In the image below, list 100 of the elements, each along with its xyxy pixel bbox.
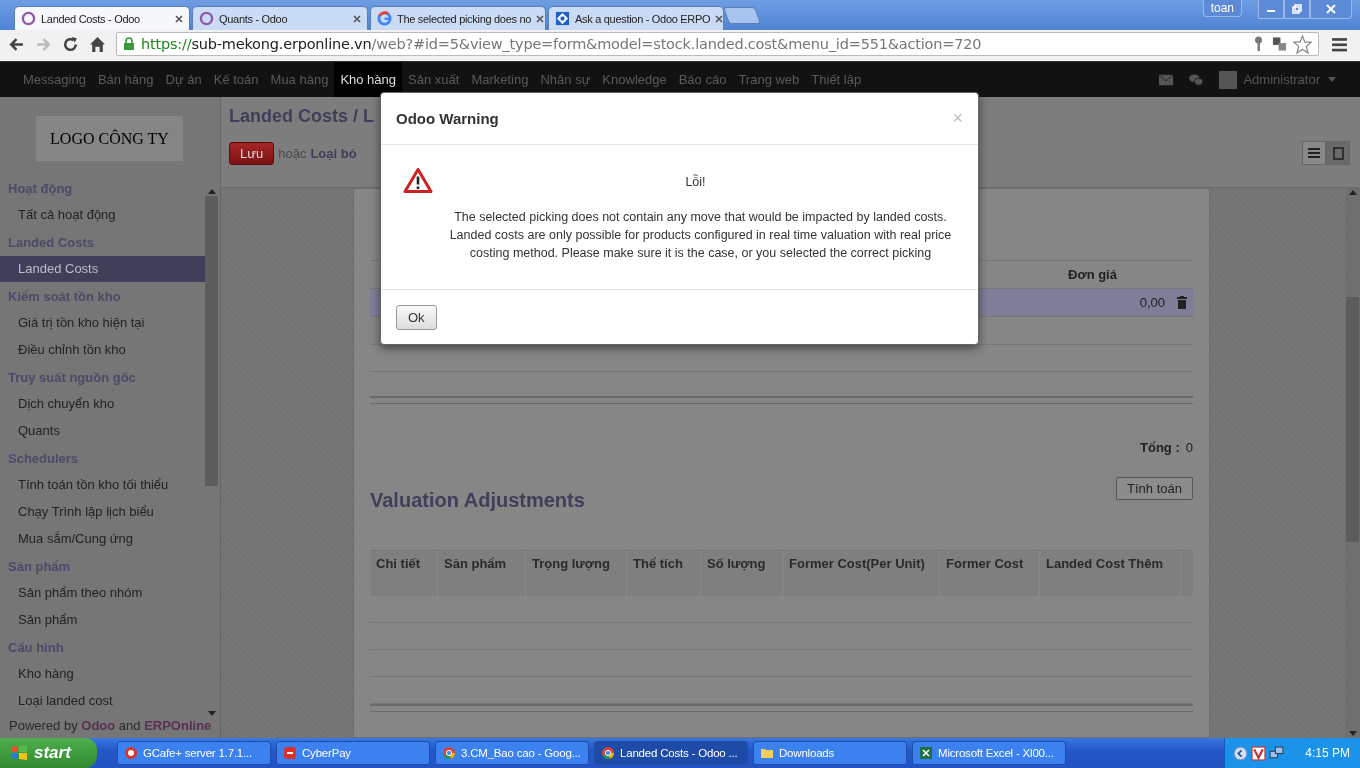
sidebar-item[interactable]: Kho hàng (0, 661, 205, 687)
sidebar-item[interactable]: Mua sắm/Cung ứng (0, 526, 205, 552)
address-field[interactable]: https://sub-mekong.erponline.vn/web?#id=5&view_type=form&model=stock.landed.cost&menu_id=551&action=720 (116, 32, 1319, 56)
table-cell-text: 0,00 (1138, 295, 1166, 310)
breadcrumb: Landed Costs / L (228, 105, 374, 127)
column-header: Đơn giá (1067, 267, 1118, 282)
trash-icon[interactable] (1177, 296, 1187, 309)
app-menu-item[interactable]: Dự án (159, 62, 208, 97)
dialog-title: Odoo Warning (396, 110, 499, 127)
spreadsheet-icon (919, 746, 933, 760)
scroll-up-icon[interactable] (1348, 190, 1357, 195)
total-label: Tổng : (1140, 440, 1180, 455)
close-button[interactable]: × (952, 108, 963, 129)
sidebar-item[interactable]: Landed Costs (0, 256, 205, 282)
view-switch-button[interactable] (1302, 141, 1326, 165)
lock-icon (123, 37, 135, 51)
scroll-down-icon[interactable] (1348, 731, 1357, 736)
sidebar-item[interactable]: Giá trị tồn kho hiện tại (0, 310, 205, 336)
restore-icon (1292, 4, 1302, 14)
chevron-icon[interactable] (1233, 745, 1249, 761)
home-icon[interactable] (89, 35, 106, 53)
taskbar-button[interactable]: 3.CM_Bao cao - Goog... (435, 741, 589, 765)
app-icon (283, 746, 297, 760)
browser-tab[interactable]: Quants - Odoo (192, 6, 368, 30)
form-icon (1332, 146, 1344, 160)
folder-icon (760, 746, 774, 760)
sidebar-item[interactable]: Dịch chuyển kho (0, 391, 205, 417)
view-switch-button[interactable] (1326, 141, 1350, 165)
taskbar-button[interactable]: CyberPay (276, 741, 430, 765)
sidebar-item[interactable]: Loại landed cost (0, 688, 205, 714)
app-menu-item[interactable]: Kế toán (207, 62, 265, 97)
sidebar-item[interactable]: Điều chỉnh tồn kho (0, 337, 205, 363)
scroll-down-icon[interactable] (207, 711, 216, 716)
back-icon[interactable] (8, 35, 25, 53)
taskbar-button[interactable]: Microsoft Excel - Xl00... (912, 741, 1066, 765)
app-menu-item[interactable]: Bán hàng (91, 62, 160, 97)
browser-tab[interactable]: Landed Costs - Odoo (14, 6, 190, 30)
taskbar-button[interactable]: Landed Costs - Odoo ... (594, 741, 748, 765)
star-icon[interactable] (1293, 34, 1312, 54)
error-heading: Lỗi! (684, 173, 707, 191)
close-icon[interactable] (353, 14, 361, 23)
column-header: Số lượng (701, 551, 783, 596)
user-menu[interactable]: Administrator (1243, 72, 1320, 87)
sidebar-item[interactable]: Sản phẩm theo nhóm (0, 580, 205, 606)
restore-button[interactable] (1284, 0, 1310, 19)
scroll-up-icon[interactable] (207, 189, 216, 194)
ok-button[interactable]: Ok (396, 304, 437, 330)
network-icon[interactable] (1269, 745, 1285, 761)
app-menu-item[interactable]: Messaging (0, 62, 92, 97)
chrome-icon (601, 746, 615, 760)
minimize-button[interactable] (1258, 0, 1284, 19)
column-header: Landed Cost Thêm (1040, 551, 1181, 596)
mail-icon[interactable] (1159, 73, 1174, 86)
app-menu-item[interactable]: Kho hàng (334, 62, 403, 97)
new-tab-button[interactable] (722, 7, 762, 24)
scrollbar[interactable] (1345, 188, 1360, 738)
translate-icon[interactable] (1272, 36, 1287, 52)
sidebar-item[interactable]: Tất cả hoạt động (0, 202, 205, 228)
chat-icon[interactable] (1189, 73, 1204, 86)
company-logo: LOGO CÔNG TY (36, 116, 183, 161)
column-header: Chi tiết (370, 551, 438, 596)
column-header: Former Cost(Per Unit) (783, 551, 940, 596)
sidebar-item[interactable]: Chạy Trình lập lịch biểu (0, 499, 205, 525)
warning-icon (403, 167, 433, 194)
column-header: Former Cost (940, 551, 1040, 596)
close-button[interactable] (1310, 0, 1352, 19)
reload-icon[interactable] (62, 35, 79, 53)
sidebar-item[interactable]: Quants (0, 418, 205, 444)
close-icon[interactable] (175, 14, 183, 23)
list-icon (1308, 148, 1320, 158)
section-title: Valuation Adjustments (370, 489, 585, 512)
browser-tab[interactable]: The selected picking does no (370, 6, 546, 30)
column-header: Sản phẩm (438, 551, 526, 596)
compute-button[interactable]: Tính toán (1116, 477, 1193, 500)
close-icon[interactable] (715, 14, 724, 23)
column-header: Thể tích (627, 551, 701, 596)
taskbar-button[interactable]: GCafe+ server 1.7.1... (117, 741, 271, 765)
profile-name[interactable]: toan (1202, 0, 1242, 17)
error-message: The selected picking does not contain any move that would be impacted by landed costs. Landed costs are only possible for products configured in real time valuation with real price costing method. Please make sure it is the case, or you selected the correct picking (448, 209, 953, 262)
ring-icon (21, 11, 36, 26)
total-value: 0 (1185, 440, 1193, 455)
close-icon[interactable] (536, 14, 545, 23)
menu-icon[interactable] (1331, 35, 1348, 53)
avatar-icon[interactable] (1219, 70, 1238, 89)
sidebar-item[interactable]: Tính toán tồn kho tối thiểu (0, 472, 205, 498)
discard-link[interactable]: Loại bỏ (310, 145, 357, 161)
taskbar-button[interactable]: Downloads (753, 741, 907, 765)
browser-tab[interactable]: Ask a question - Odoo ERPO (548, 6, 724, 30)
start-button[interactable]: start (0, 738, 97, 768)
save-button[interactable]: Lưu (229, 141, 275, 165)
close-icon (1326, 4, 1336, 14)
app-menu-item[interactable]: Mua hàng (264, 62, 335, 97)
ring-icon (199, 11, 214, 26)
antivirus-icon[interactable] (1251, 745, 1267, 761)
caret-icon[interactable] (1328, 77, 1336, 82)
g-logo-icon (377, 11, 392, 26)
clock: 4:15 PM (1305, 746, 1350, 760)
diamond-grid-icon (555, 11, 570, 26)
sidebar-item[interactable]: Sản phẩm (0, 607, 205, 633)
chrome-icon (442, 746, 456, 760)
